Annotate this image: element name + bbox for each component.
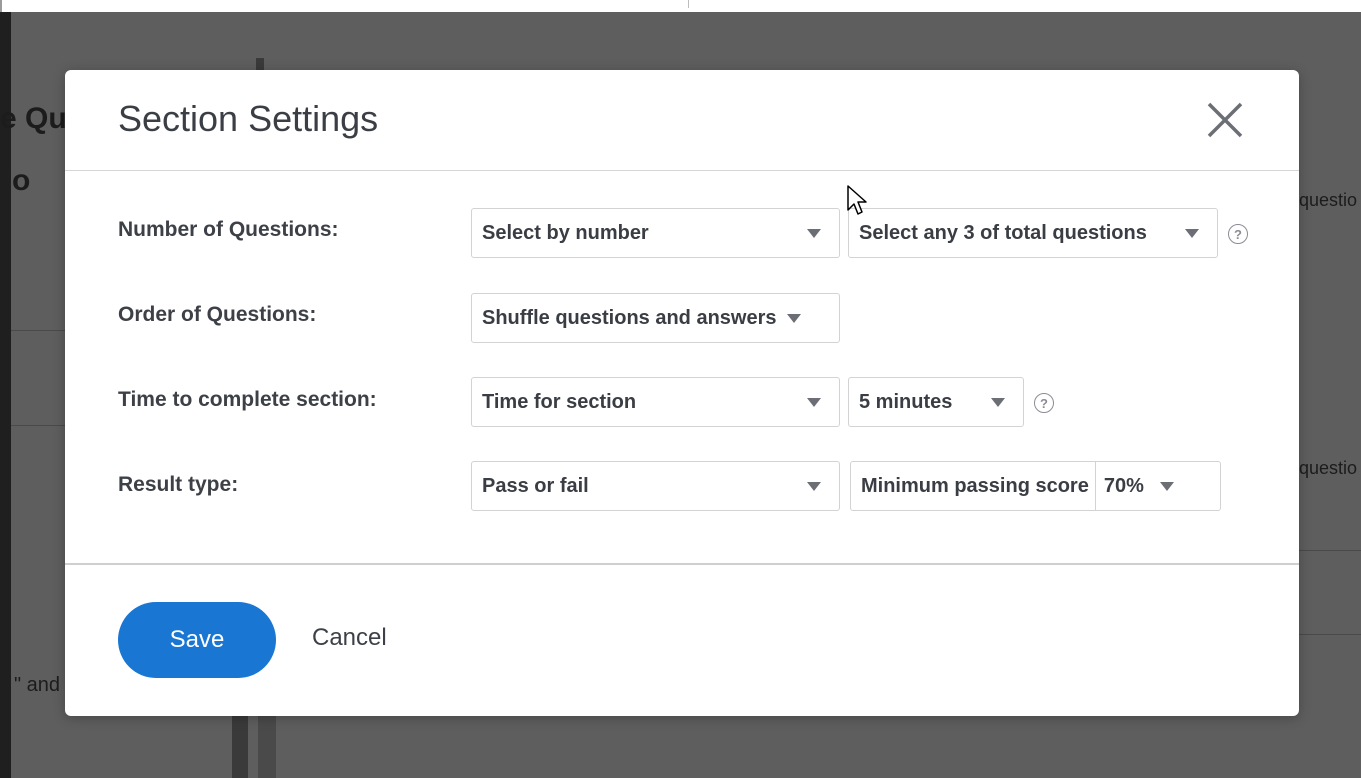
background-scroll-mark [232, 716, 248, 778]
minimum-passing-score-field: Minimum passing score 70% [850, 461, 1221, 511]
order-select[interactable]: Shuffle questions and answers [471, 293, 840, 343]
close-button[interactable] [1205, 100, 1245, 140]
chevron-down-icon [807, 398, 821, 407]
chevron-down-icon [807, 229, 821, 238]
duration-value: 5 minutes [859, 390, 953, 413]
background-right-text-2: questio [1299, 458, 1358, 478]
chevron-down-icon [786, 313, 801, 323]
result-type-label: Result type: [118, 473, 239, 496]
background-divider [1299, 550, 1361, 551]
number-mode-select[interactable]: Select by number [471, 208, 840, 258]
order-value: Shuffle questions and answers [482, 306, 777, 329]
background-left-text: " and [14, 674, 61, 696]
time-mode-select[interactable]: Time for section [471, 377, 840, 427]
number-of-questions-label: Number of Questions: [118, 218, 339, 241]
close-icon [1207, 102, 1243, 138]
passing-score-select[interactable]: 70% [1096, 462, 1174, 510]
question-count-select[interactable]: Select any 3 of total questions [848, 208, 1218, 258]
background-divider [11, 330, 65, 331]
help-icon[interactable]: ? [1034, 393, 1054, 413]
cancel-button[interactable]: Cancel [312, 624, 387, 652]
order-of-questions-label: Order of Questions: [118, 303, 317, 326]
result-type-value: Pass or fail [482, 474, 589, 497]
background-page-title: e Qu [0, 102, 67, 135]
duration-select[interactable]: 5 minutes [848, 377, 1024, 427]
strip-divider [688, 0, 689, 8]
background-scroll-mark [258, 716, 276, 778]
background-subtitle: o [12, 164, 31, 197]
background-divider [1299, 634, 1361, 635]
passing-score-value: 70% [1103, 474, 1144, 497]
save-button[interactable]: Save [118, 602, 276, 678]
window-edge [0, 0, 2, 12]
dialog-title: Section Settings [118, 98, 379, 139]
chevron-down-icon [807, 482, 821, 491]
question-count-value: Select any 3 of total questions [859, 221, 1147, 244]
chevron-down-icon [1185, 229, 1199, 238]
minimum-passing-score-label: Minimum passing score [851, 462, 1096, 510]
section-settings-dialog: Section Settings Number of Questions: Se… [65, 70, 1299, 716]
help-icon[interactable]: ? [1228, 224, 1248, 244]
footer-divider [65, 563, 1299, 565]
background-scroll-mark [256, 58, 264, 70]
result-type-select[interactable]: Pass or fail [471, 461, 840, 511]
background-right-text-1: questio [1299, 190, 1358, 210]
chevron-down-icon [1159, 481, 1174, 491]
mouse-cursor-icon [847, 185, 867, 215]
header-divider [65, 170, 1299, 171]
time-to-complete-label: Time to complete section: [118, 388, 377, 411]
chevron-down-icon [991, 398, 1005, 407]
background-divider [11, 425, 65, 426]
time-mode-value: Time for section [482, 390, 637, 413]
number-mode-value: Select by number [482, 221, 649, 244]
